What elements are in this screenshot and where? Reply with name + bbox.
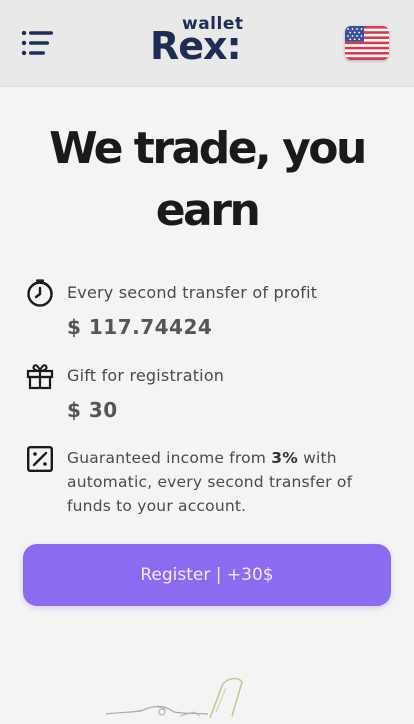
- income-text-start: Guaranteed income from: [67, 449, 272, 467]
- register-button[interactable]: Register | +30$: [23, 544, 391, 606]
- percent-icon: [26, 445, 54, 473]
- us-flag-icon[interactable]: [345, 26, 389, 60]
- profit-value: $ 117.74424: [67, 315, 213, 339]
- gift-icon: [26, 362, 54, 390]
- gift-value: $ 30: [67, 398, 118, 422]
- guaranteed-income-text: Guaranteed income from 3% with automatic…: [67, 446, 367, 518]
- app-logo[interactable]: wallet Rex:: [150, 14, 260, 74]
- income-percent: 3%: [271, 449, 298, 467]
- hero-title: We trade, you earn: [49, 123, 367, 236]
- menu-icon[interactable]: [20, 28, 56, 58]
- logo-rex-text: Rex:: [150, 24, 242, 68]
- decorative-illustration: [100, 672, 260, 720]
- profit-transfer-label: Every second transfer of profit: [67, 283, 318, 302]
- header-bar: wallet Rex:: [0, 0, 414, 87]
- timer-icon: [26, 279, 54, 307]
- gift-registration-label: Gift for registration: [67, 366, 225, 385]
